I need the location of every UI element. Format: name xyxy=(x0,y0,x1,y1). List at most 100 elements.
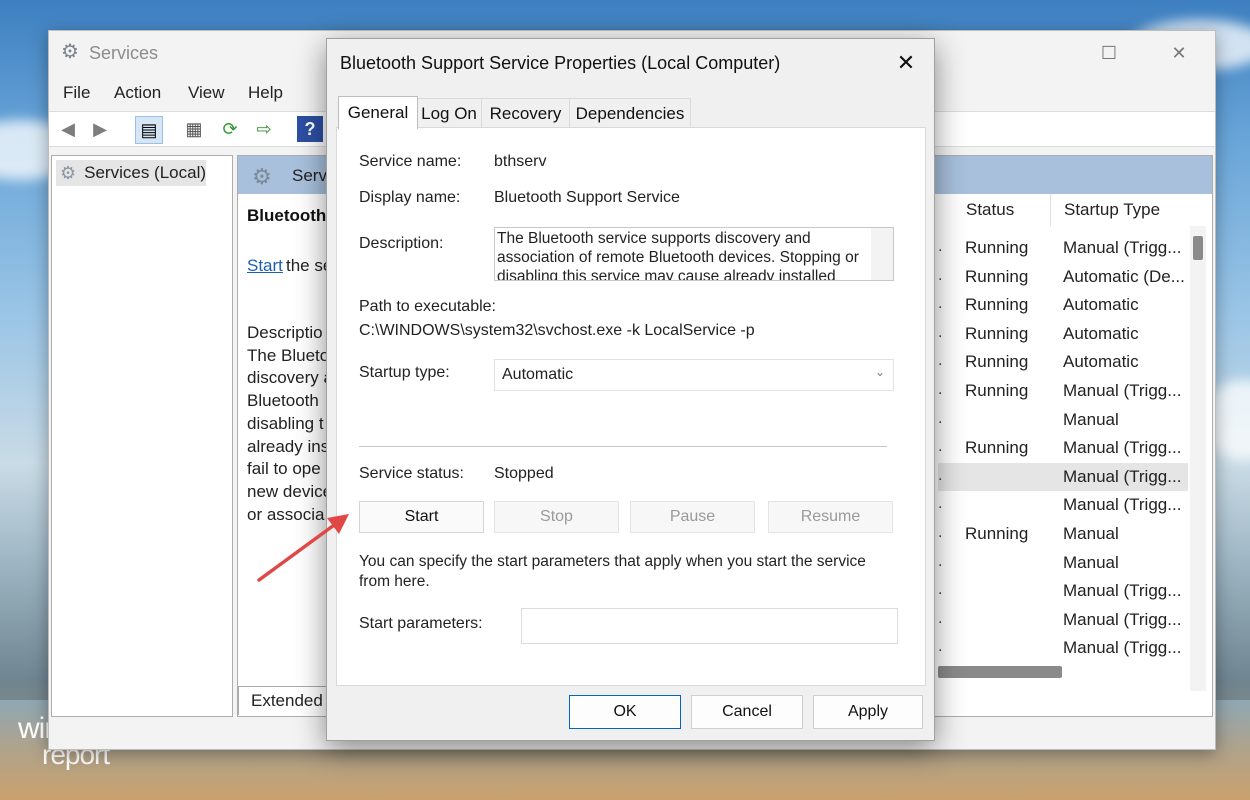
description-scrollbar[interactable] xyxy=(871,228,893,280)
status-cell: Running xyxy=(965,323,1029,343)
table-row[interactable]: . Manual (Trigg... xyxy=(938,491,1188,519)
table-row[interactable]: . Running Automatic (De... xyxy=(938,263,1188,291)
truncated-cell: . xyxy=(938,552,943,570)
scrollbar-thumb[interactable] xyxy=(1193,236,1203,260)
help-icon[interactable]: ? xyxy=(297,116,323,142)
pause-button[interactable]: Pause xyxy=(630,501,755,533)
truncated-cell: . xyxy=(938,495,943,513)
stop-button[interactable]: Stop xyxy=(494,501,619,533)
maximize-button[interactable]: ☐ xyxy=(1087,37,1131,69)
horizontal-scrollbar-thumb[interactable] xyxy=(938,666,1062,678)
forward-arrow-icon[interactable]: ▶ xyxy=(87,116,113,142)
table-row[interactable]: . Manual xyxy=(938,406,1188,434)
description-line: already ins xyxy=(247,436,330,456)
start-parameters-note: You can specify the start parameters tha… xyxy=(359,553,866,590)
vertical-scrollbar[interactable] xyxy=(1190,226,1206,691)
startup-type-select[interactable]: Automatic ⌄ xyxy=(494,359,894,391)
menu-view[interactable]: View xyxy=(188,83,225,103)
menu-help[interactable]: Help xyxy=(248,83,283,103)
tree-item-services-local[interactable]: ⚙ Services (Local) xyxy=(56,160,206,186)
cancel-button[interactable]: Cancel xyxy=(691,695,803,729)
description-line: disabling t xyxy=(247,413,324,433)
truncated-cell: . xyxy=(938,409,943,427)
close-icon[interactable]: ✕ xyxy=(1157,37,1201,69)
start-parameters-input[interactable] xyxy=(521,608,898,644)
description-line: fail to ope xyxy=(247,459,321,479)
startup-type-cell: Automatic xyxy=(1063,352,1139,372)
apply-button[interactable]: Apply xyxy=(813,695,923,729)
table-row[interactable]: . Manual xyxy=(938,549,1188,577)
resume-button[interactable]: Resume xyxy=(768,501,893,533)
tab-general[interactable]: General xyxy=(338,96,418,129)
table-row[interactable]: . Running Automatic xyxy=(938,291,1188,319)
divider xyxy=(359,446,887,447)
service-status-value: Stopped xyxy=(494,465,554,482)
menu-file[interactable]: File xyxy=(63,83,90,103)
gear-icon: ⚙ xyxy=(252,164,272,189)
table-row[interactable]: . Running Manual xyxy=(938,520,1188,548)
column-status[interactable]: Status xyxy=(966,200,1014,220)
startup-type-cell: Manual xyxy=(1063,409,1119,429)
table-row[interactable]: . Manual (Trigg... xyxy=(938,462,1188,491)
startup-type-cell: Automatic xyxy=(1063,323,1139,343)
truncated-cell: . xyxy=(938,323,943,341)
truncated-cell: . xyxy=(938,266,943,284)
export-icon[interactable]: ⇨ xyxy=(251,116,277,142)
table-row[interactable]: . Running Automatic xyxy=(938,348,1188,376)
description-label: Description: xyxy=(359,235,444,252)
status-cell: Running xyxy=(965,295,1029,315)
startup-type-cell: Manual (Trigg... xyxy=(1063,238,1182,257)
status-cell: Running xyxy=(965,238,1029,257)
startup-type-cell: Manual (Trigg... xyxy=(1063,495,1182,515)
startup-type-cell: Manual (Trigg... xyxy=(1063,466,1182,486)
startup-type-cell: Manual xyxy=(1063,552,1119,572)
startup-type-cell: Manual xyxy=(1063,524,1119,543)
selected-service-name: Bluetooth xyxy=(247,206,327,225)
startup-type-cell: Automatic xyxy=(1063,295,1139,315)
services-title: Services xyxy=(89,43,159,63)
close-icon[interactable]: ✕ xyxy=(884,45,928,81)
tab-extended-label: Extended xyxy=(251,691,323,710)
startup-type-value: Automatic xyxy=(502,366,574,383)
refresh-icon[interactable]: ⟳ xyxy=(217,116,243,142)
table-row[interactable]: . Running Manual (Trigg... xyxy=(938,234,1188,262)
service-name-value: bthserv xyxy=(494,153,547,170)
console-tree-icon[interactable]: ▤ xyxy=(135,116,163,144)
startup-type-cell: Manual (Trigg... xyxy=(1063,581,1182,601)
minimize-button[interactable] xyxy=(1039,37,1083,69)
column-startup-type[interactable]: Startup Type xyxy=(1064,200,1160,220)
back-arrow-icon[interactable]: ◀ xyxy=(55,116,81,142)
ok-button[interactable]: OK xyxy=(569,695,681,729)
path-label: Path to executable: xyxy=(359,298,496,315)
tab-dependencies[interactable]: Dependencies xyxy=(569,98,691,128)
start-button[interactable]: Start xyxy=(359,501,484,533)
console-tree: ⚙ Services (Local) xyxy=(51,155,233,717)
status-cell: Running xyxy=(965,266,1029,286)
table-row[interactable]: . Running Manual (Trigg... xyxy=(938,377,1188,405)
menu-action[interactable]: Action xyxy=(114,83,161,103)
start-service-link[interactable]: Start xyxy=(247,256,283,276)
description-line: new device xyxy=(247,481,333,501)
gear-icon: ⚙ xyxy=(61,41,79,63)
tab-recovery[interactable]: Recovery xyxy=(481,98,570,128)
truncated-cell: . xyxy=(938,381,943,398)
display-name-value: Bluetooth Support Service xyxy=(494,189,680,206)
status-cell: Running xyxy=(965,524,1029,543)
table-row[interactable]: . Running Automatic xyxy=(938,320,1188,348)
description-line: The Blueto xyxy=(247,345,330,365)
tree-item-label: Services (Local) xyxy=(84,163,207,182)
startup-type-cell: Manual (Trigg... xyxy=(1063,438,1182,458)
start-parameters-label: Start parameters: xyxy=(359,615,483,632)
table-row[interactable]: . Manual (Trigg... xyxy=(938,606,1188,634)
table-row[interactable]: . Manual (Trigg... xyxy=(938,577,1188,605)
table-row[interactable]: . Manual (Trigg... xyxy=(938,634,1188,662)
table-row[interactable]: . Running Manual (Trigg... xyxy=(938,434,1188,462)
tab-log-on[interactable]: Log On xyxy=(416,98,482,128)
truncated-cell: . xyxy=(938,524,943,541)
truncated-cell: . xyxy=(938,295,943,313)
description-textbox[interactable]: The Bluetooth service supports discovery… xyxy=(494,227,894,281)
column-divider xyxy=(1050,194,1051,226)
truncated-cell: . xyxy=(938,238,943,255)
chevron-down-icon: ⌄ xyxy=(874,365,885,379)
properties-icon[interactable]: ▦ xyxy=(181,116,207,142)
